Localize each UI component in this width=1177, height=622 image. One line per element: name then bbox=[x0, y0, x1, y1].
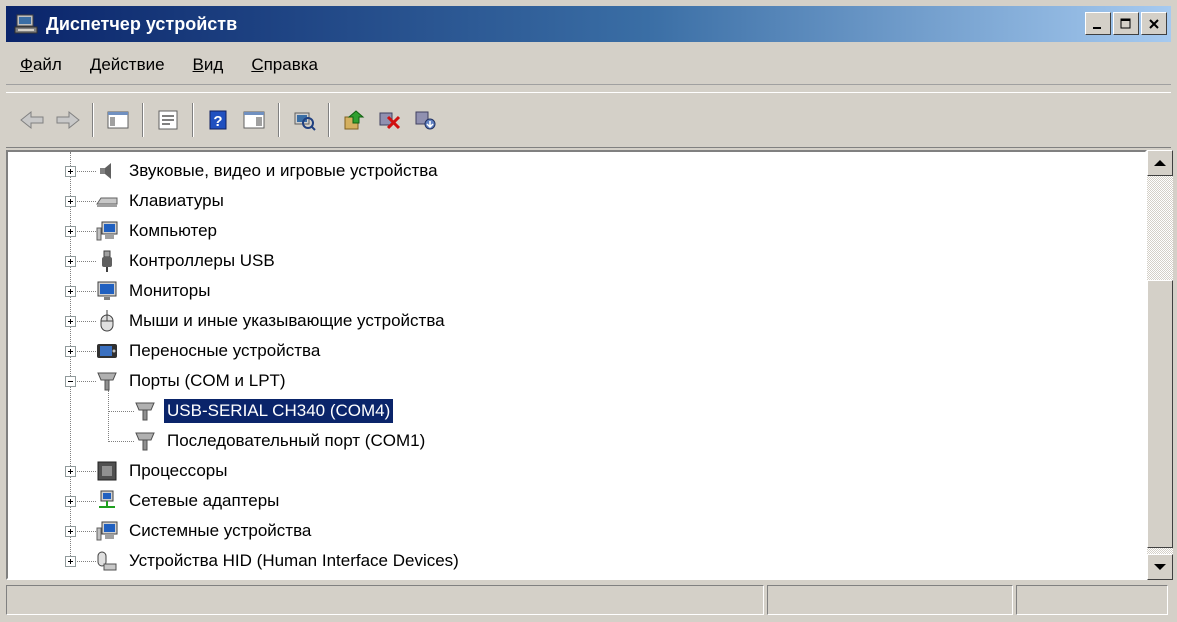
close-button[interactable] bbox=[1141, 12, 1167, 35]
minimize-button[interactable] bbox=[1085, 12, 1111, 35]
port-icon bbox=[134, 400, 156, 422]
expand-button[interactable] bbox=[65, 526, 76, 537]
menu-bar: Файл Действие Вид Справка bbox=[6, 46, 1171, 85]
menu-action[interactable]: Действие bbox=[90, 55, 165, 75]
tree-item[interactable]: Переносные устройства bbox=[8, 336, 323, 366]
toolbar-separator bbox=[92, 103, 94, 137]
title-bar[interactable]: Диспетчер устройств bbox=[6, 6, 1171, 42]
mouse-icon bbox=[96, 310, 118, 332]
expand-button[interactable] bbox=[65, 496, 76, 507]
tree-item-label[interactable]: Компьютер bbox=[126, 219, 220, 243]
action-pane-icon[interactable] bbox=[240, 106, 268, 134]
expand-button[interactable] bbox=[65, 556, 76, 567]
back-icon[interactable] bbox=[18, 106, 46, 134]
svg-text:?: ? bbox=[213, 113, 222, 130]
vertical-scrollbar[interactable] bbox=[1147, 150, 1173, 580]
properties-icon[interactable] bbox=[154, 106, 182, 134]
computer-icon bbox=[96, 220, 118, 242]
scan-hardware-icon[interactable] bbox=[290, 106, 318, 134]
tree-item-label[interactable]: Мониторы bbox=[126, 279, 213, 303]
tree-item-label[interactable]: Порты (COM и LPT) bbox=[126, 369, 289, 393]
device-manager-window: Диспетчер устройств Файл Действие Вид Сп… bbox=[0, 0, 1177, 622]
port-icon bbox=[134, 430, 156, 452]
status-pane-3 bbox=[1016, 585, 1168, 615]
update-driver-icon[interactable] bbox=[340, 106, 368, 134]
tree-item[interactable]: Мыши и иные указывающие устройства bbox=[8, 306, 448, 336]
tree-item[interactable]: Клавиатуры bbox=[8, 186, 227, 216]
tree-item-label[interactable]: Сетевые адаптеры bbox=[126, 489, 282, 513]
tree-item[interactable]: Системные устройства bbox=[8, 516, 314, 546]
device-tree[interactable]: Звуковые, видео и игровые устройства Кла… bbox=[6, 150, 1147, 580]
portable-device-icon bbox=[96, 340, 118, 362]
tree-item-label[interactable]: Переносные устройства bbox=[126, 339, 323, 363]
hid-icon bbox=[96, 550, 118, 572]
toolbar-separator bbox=[142, 103, 144, 137]
uninstall-device-icon[interactable] bbox=[412, 106, 440, 134]
scrollbar-thumb[interactable] bbox=[1147, 280, 1173, 548]
maximize-button[interactable] bbox=[1113, 12, 1139, 35]
expand-button[interactable] bbox=[65, 196, 76, 207]
collapse-button[interactable] bbox=[65, 376, 76, 387]
tree-item-label[interactable]: Звуковые, видео и игровые устройства bbox=[126, 159, 441, 183]
disable-device-icon[interactable] bbox=[376, 106, 404, 134]
tree-item-label[interactable]: Процессоры bbox=[126, 459, 230, 483]
tree-item[interactable]: Устройства HID (Human Interface Devices) bbox=[8, 546, 462, 576]
port-icon bbox=[96, 370, 118, 392]
tree-item[interactable]: Сетевые адаптеры bbox=[8, 486, 282, 516]
expand-button[interactable] bbox=[65, 226, 76, 237]
menu-help[interactable]: Справка bbox=[251, 55, 318, 75]
toolbar: ? bbox=[6, 92, 1171, 148]
scroll-up-button[interactable] bbox=[1147, 150, 1173, 176]
usb-icon bbox=[96, 250, 118, 272]
network-adapter-icon bbox=[96, 490, 118, 512]
expand-button[interactable] bbox=[65, 346, 76, 357]
tree-item[interactable]: Порты (COM и LPT) bbox=[8, 366, 289, 396]
expand-button[interactable] bbox=[65, 166, 76, 177]
window-title: Диспетчер устройств bbox=[46, 13, 238, 34]
tree-item-label[interactable]: Контроллеры USB bbox=[126, 249, 278, 273]
tree-item-label[interactable]: Последовательный порт (COM1) bbox=[164, 429, 428, 453]
processor-icon bbox=[96, 460, 118, 482]
toolbar-separator bbox=[192, 103, 194, 137]
tree-item-label[interactable]: Клавиатуры bbox=[126, 189, 227, 213]
tree-item[interactable]: Процессоры bbox=[8, 456, 230, 486]
expand-button[interactable] bbox=[65, 256, 76, 267]
expand-button[interactable] bbox=[65, 286, 76, 297]
tree-item[interactable]: Звуковые, видео и игровые устройства bbox=[8, 156, 441, 186]
menu-view[interactable]: Вид bbox=[193, 55, 224, 75]
system-devices-icon bbox=[96, 520, 118, 542]
status-bar bbox=[6, 585, 1171, 617]
forward-icon[interactable] bbox=[54, 106, 82, 134]
status-pane-2 bbox=[767, 585, 1013, 615]
tree-item[interactable]: Мониторы bbox=[8, 276, 213, 306]
status-pane-main bbox=[6, 585, 764, 615]
toolbar-separator bbox=[328, 103, 330, 137]
expand-button[interactable] bbox=[65, 316, 76, 327]
monitor-icon bbox=[96, 280, 118, 302]
tree-item[interactable]: Компьютер bbox=[8, 216, 220, 246]
tree-item-label[interactable]: Системные устройства bbox=[126, 519, 314, 543]
menu-file[interactable]: Файл bbox=[20, 55, 62, 75]
tree-child-item[interactable]: USB-SERIAL CH340 (COM4) bbox=[8, 396, 395, 426]
help-icon[interactable]: ? bbox=[204, 106, 232, 134]
sound-icon bbox=[96, 160, 118, 182]
tree-item[interactable]: Контроллеры USB bbox=[8, 246, 278, 276]
tree-item-label[interactable]: Мыши и иные указывающие устройства bbox=[126, 309, 448, 333]
tree-item-label[interactable]: Устройства HID (Human Interface Devices) bbox=[126, 549, 462, 573]
toolbar-separator bbox=[278, 103, 280, 137]
tree-item-label[interactable]: USB-SERIAL CH340 (COM4) bbox=[162, 398, 395, 424]
keyboard-icon bbox=[96, 190, 118, 212]
device-manager-icon bbox=[14, 13, 38, 35]
show-hide-tree-icon[interactable] bbox=[104, 106, 132, 134]
tree-child-item[interactable]: Последовательный порт (COM1) bbox=[8, 426, 428, 456]
scroll-down-button[interactable] bbox=[1147, 554, 1173, 580]
expand-button[interactable] bbox=[65, 466, 76, 477]
